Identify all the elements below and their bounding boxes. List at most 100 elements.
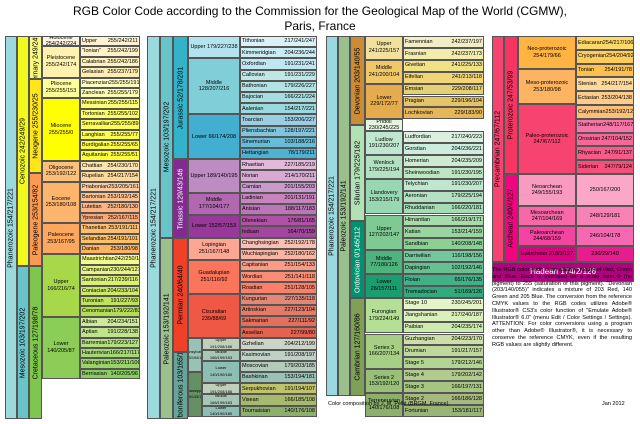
stage-name: Pliensbachian	[242, 127, 277, 134]
stage-row: Gorstian 204/236/221	[403, 143, 484, 155]
era-mesozoic: Mesozoic 103/197/202	[17, 266, 29, 419]
stage-rgb: 179/225/194	[451, 193, 482, 200]
stage-row: Jiangshanian 217/240/187	[403, 309, 484, 322]
stage-rgb: 253/192/145	[107, 193, 138, 200]
stage-rgb: 229/183/90	[454, 110, 482, 117]
stage-rgb: 204/236/244	[284, 49, 315, 56]
stage-name: Siderian	[578, 163, 599, 170]
stage-rgb: 253/204/138	[601, 94, 632, 101]
stage-name: Telychian	[405, 181, 428, 188]
stage-name: Bajocian	[242, 94, 264, 101]
epoch-cell: Pridoli 230/245/225	[365, 119, 403, 132]
stage-name: Givetian	[405, 62, 426, 69]
stage-name: Gorstian	[405, 145, 426, 152]
stage-rgb: 242/237/197	[451, 38, 482, 45]
stage-name: Thanetian	[82, 225, 107, 232]
stage-row: Hirnantian 166/219/171	[403, 214, 484, 227]
stage-rgb: 116/198/156	[451, 252, 482, 259]
stage-row: Stage 5 179/212/146	[403, 357, 484, 370]
stage-rgb: 229/196/104	[451, 98, 482, 105]
stage-rgb: 78/179/211	[287, 150, 315, 157]
stage-name: Frasnian	[405, 50, 427, 57]
stage-name: Priabonian	[82, 183, 109, 190]
epoch-cell: Cisuralian 239/88/69	[188, 293, 240, 339]
stage-name: Aeronian	[405, 193, 428, 200]
stage-row: Callovian 191/231/229	[240, 69, 317, 81]
stage-name: Roadian	[242, 284, 263, 291]
stage-row: Drumian 191/217/157	[403, 345, 484, 358]
stage-name: Kimmeridgian	[242, 49, 276, 56]
era-cell: Neoarchean 249/155/193	[518, 174, 576, 206]
stage-row: Moscovian 179/203/185	[240, 360, 317, 372]
stage-row: Dapingian 102/192/146	[403, 262, 484, 274]
stage-rgb: 227/135/118	[284, 295, 315, 302]
stage-rgb: 255/242/211	[107, 37, 138, 44]
stage-name: Bathonian	[242, 83, 267, 90]
epoch-cell: Middle 77/180/126	[365, 250, 403, 274]
stage-name: Emsian	[405, 86, 424, 93]
stage-name: Norian	[242, 172, 259, 179]
epoch-cell: Middle 166/199/183	[202, 349, 240, 361]
era-proterozoic: Proterozoic 247/53/99	[504, 36, 518, 174]
stage-row: Stage 4 179/202/142	[403, 369, 484, 382]
stage-name: Carnian	[242, 183, 262, 190]
epoch-cell: Lower 140/190/180	[202, 360, 240, 384]
stage-rgb: 227/185/219	[284, 161, 315, 168]
stage-name: Guzhangian	[405, 336, 435, 343]
epoch-cell: Paleocene 253/167/95	[42, 223, 80, 255]
stage-rgb: 102/192/146	[451, 264, 482, 271]
stage-row: Thanetian 253/191/111	[80, 223, 140, 234]
stage-row: Hauterivian 166/217/117	[80, 348, 140, 359]
stage-row: Selandian 254/191/101	[80, 233, 140, 244]
stage-row: Priabonian 253/205/161	[80, 181, 140, 192]
stage-name: Turonian	[82, 297, 104, 304]
stage-rgb: 188/117/183	[284, 206, 315, 213]
stage-name: Artinskian	[242, 307, 267, 314]
eon-phanerozoic: Phanerozoic 154/217/221	[5, 36, 17, 419]
period-cretaceous: Cretaceous 127/198/78	[29, 266, 42, 419]
stage-rgb: 166/186/128	[451, 395, 482, 402]
stage-row: Asselian 227/99/80	[240, 327, 317, 339]
period-jurassic: Jurassic 52/178/201	[173, 36, 188, 159]
period-permian: Permian 240/64/40	[173, 238, 188, 352]
stage-name: Tournaisian	[242, 407, 271, 414]
stage-rgb: 217/239/116	[107, 277, 138, 284]
stage-rgb: 255/255/77	[110, 131, 138, 138]
stage-name: Stage 3	[405, 383, 424, 390]
stage-row: Norian 214/170/211	[240, 170, 317, 182]
stage-name: Albian	[82, 318, 98, 325]
era-cell: Meso-proterozoic 253/180/98	[518, 69, 576, 104]
epoch-cell: Middle 166/199/183	[202, 394, 240, 406]
era-cell: Paleo-proterozoic 247/67/112	[518, 104, 576, 174]
period-devonian: Devonian 203/140/55	[350, 36, 365, 125]
stage-rgb: 217/240/223	[451, 133, 482, 140]
stage-row: Aquitanian 255/255/51	[80, 150, 140, 161]
epoch-cell: Furongian 179/224/149	[365, 297, 403, 334]
stage-row: Rhaetian 227/185/219	[240, 159, 317, 171]
stage-rgb: 253/205/161	[108, 183, 139, 190]
stage-rgb: 254/230/170	[107, 162, 138, 169]
epoch-cell: Llandovery 153/215/179	[365, 178, 403, 215]
stage-rgb: 242/250/140	[114, 256, 140, 263]
period-row: Orosirian 247/104/152	[576, 132, 634, 147]
stage-name: Campanian	[82, 266, 111, 273]
era-cell: Paleoarchean 244/68/159	[518, 226, 576, 246]
stage-row: Induan 164/70/159	[240, 226, 317, 238]
stage-rgb: 254/191/101	[107, 235, 138, 242]
stage-row: Ypresian 252/167/115	[80, 212, 140, 224]
stage-name: Aalenian	[242, 105, 264, 112]
stage-name: Oxfordian	[242, 60, 266, 67]
stage-name: Rhyacian	[578, 150, 601, 157]
stage-row: Langhian 255/255/77	[80, 129, 140, 140]
stage-name: Bashkirian	[242, 374, 268, 381]
stage-rgb: 179/202/142	[451, 371, 482, 378]
stage-name: Serpukhovian	[242, 385, 276, 392]
stage-name: Orosirian	[578, 136, 601, 143]
stage-name: Katian	[405, 229, 421, 236]
stage-name: Ludfordian	[405, 133, 431, 140]
stage-rgb: 252/192/178	[284, 239, 315, 246]
stage-row: Ludfordian 217/240/223	[403, 131, 484, 144]
stage-rgb: 191/208/197	[284, 351, 315, 358]
stage-name: Piacenzian	[82, 79, 109, 86]
epoch-cell: Lower 140/190/180	[202, 405, 240, 417]
